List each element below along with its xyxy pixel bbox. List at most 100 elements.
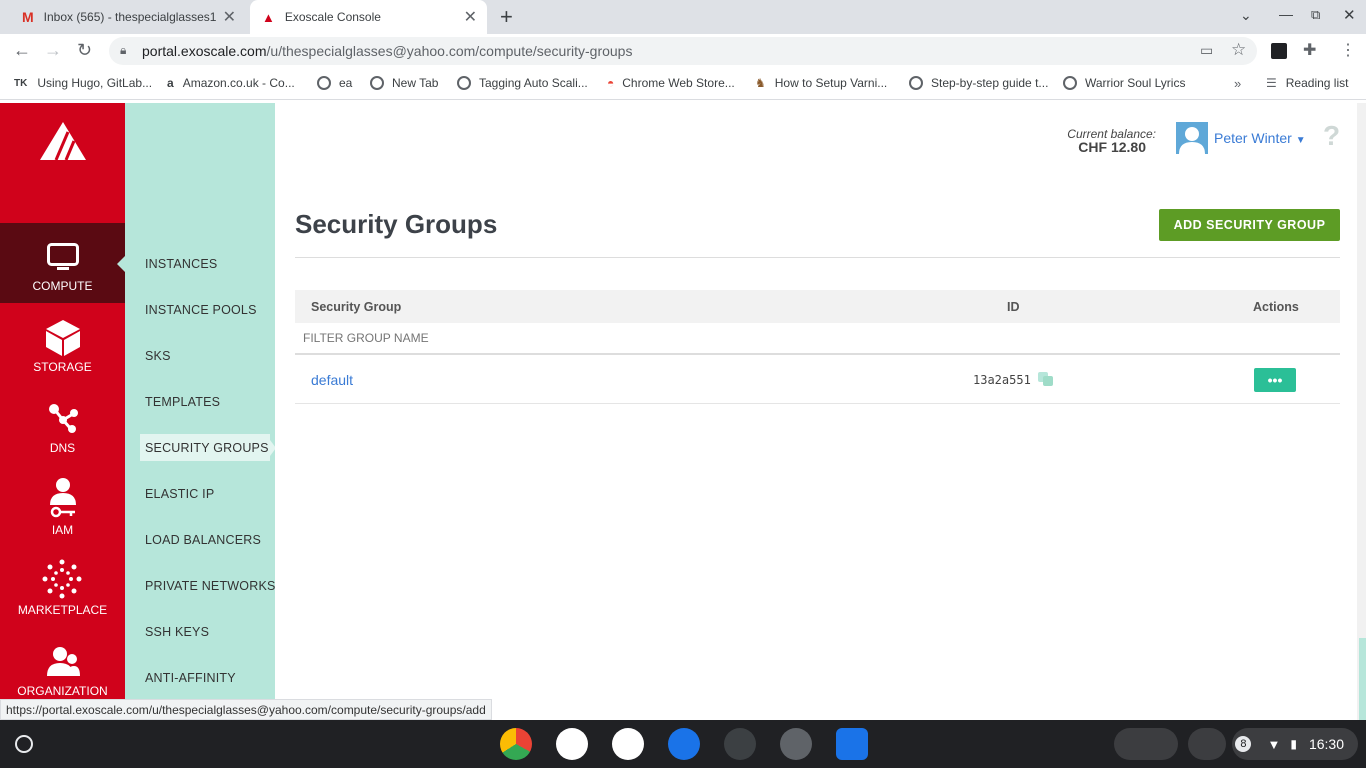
subnav-item-sks[interactable]: SKS <box>145 349 171 363</box>
table-header: Security Group ID Actions <box>295 290 1340 323</box>
box-icon <box>46 320 80 356</box>
messages-app-icon[interactable] <box>668 728 700 760</box>
close-tab-icon[interactable]: ✕ <box>464 7 477 27</box>
reader-mode-icon[interactable]: ▭ <box>1200 42 1213 59</box>
balance-value: CHF 12.80 <box>1078 139 1146 155</box>
tab-title: Inbox (565) - thespecialglasses1 <box>43 10 217 24</box>
rail-label: ORGANIZATION <box>17 684 108 698</box>
column-header-id[interactable]: ID <box>1007 300 1020 314</box>
link-status-bubble: https://portal.exoscale.com/u/thespecial… <box>0 699 492 720</box>
restore-icon[interactable]: ⧉ <box>1311 7 1320 23</box>
tk-icon: TK <box>14 77 28 89</box>
launcher-icon[interactable] <box>15 735 33 753</box>
subnav-item-private-networks[interactable]: PRIVATE NETWORKS <box>145 579 276 593</box>
bookmark-item[interactable]: TK Using Hugo, GitLab... <box>14 76 152 90</box>
url-text[interactable]: portal.exoscale.com/u/thespecialglasses@… <box>142 43 632 59</box>
active-pointer <box>117 256 125 272</box>
subnav-item-anti-affinity[interactable]: ANTI-AFFINITY <box>145 671 236 685</box>
subnav-item-elastic-ip[interactable]: ELASTIC IP <box>145 487 214 501</box>
subnav-item-instance-pools[interactable]: INSTANCE POOLS <box>145 303 257 317</box>
subnav-item-security-groups[interactable]: SECURITY GROUPS <box>145 441 269 455</box>
bookmark-item[interactable]: Step-by-step guide t... <box>909 76 1048 90</box>
holding-space-icon[interactable] <box>1114 728 1178 760</box>
user-menu[interactable]: Peter Winter ▼ <box>1214 130 1306 146</box>
rail-item-compute[interactable]: COMPUTE <box>0 223 125 303</box>
text-app-icon[interactable] <box>780 728 812 760</box>
terminal-app-icon[interactable] <box>724 728 756 760</box>
bookmark-item[interactable]: ◓ Chrome Web Store... <box>607 76 735 90</box>
exoscale-favicon-icon: ▲ <box>262 9 275 25</box>
close-tab-icon[interactable]: ✕ <box>223 7 236 27</box>
copy-icon[interactable] <box>1037 371 1055 387</box>
lock-icon[interactable]: 🔒︎ <box>120 43 126 58</box>
bookmark-item[interactable]: ea <box>317 76 352 90</box>
rail-label: MARKETPLACE <box>17 603 108 617</box>
subnav-item-ssh-keys[interactable]: SSH KEYS <box>145 625 209 639</box>
caret-down-icon: ▼ <box>1295 135 1306 146</box>
rail-item-dns[interactable]: DNS <box>0 384 125 464</box>
subnav-item-templates[interactable]: TEMPLATES <box>145 395 220 409</box>
reading-list-button[interactable]: ☰ Reading list <box>1266 76 1348 90</box>
exoscale-logo-icon[interactable] <box>40 122 86 160</box>
minimize-icon[interactable]: — <box>1279 6 1293 22</box>
globe-icon <box>370 76 384 90</box>
bookmark-item[interactable]: ♞ How to Setup Varni... <box>755 76 887 90</box>
user-name: Peter Winter <box>1214 130 1292 146</box>
avatar-person-icon <box>1179 127 1205 154</box>
rail-item-iam[interactable]: IAM <box>0 465 125 545</box>
more-bookmarks-icon[interactable]: » <box>1234 76 1241 91</box>
clock: 16:30 <box>1308 736 1344 752</box>
close-window-icon[interactable]: ✕ <box>1343 6 1356 24</box>
scrollbar[interactable] <box>1357 103 1366 720</box>
divider <box>295 257 1340 258</box>
tab-search-icon[interactable]: ⌄ <box>1240 7 1252 24</box>
filter-group-name-input[interactable] <box>295 323 1340 355</box>
rail-label: DNS <box>49 441 76 455</box>
globe-icon <box>457 76 471 90</box>
subnav-item-load-balancers[interactable]: LOAD BALANCERS <box>145 533 261 547</box>
gmail-app-icon[interactable] <box>612 728 644 760</box>
tab-gmail[interactable]: M Inbox (565) - thespecialglasses1 ✕ <box>10 0 246 34</box>
back-icon[interactable]: ← <box>13 40 31 61</box>
phone-hub-icon[interactable] <box>1188 728 1226 760</box>
wifi-icon: ▼ <box>1267 736 1281 752</box>
reload-icon[interactable]: ↻ <box>77 40 92 61</box>
tab-exoscale[interactable]: ▲ Exoscale Console ✕ <box>250 0 487 34</box>
rail-item-marketplace[interactable]: MARKETPLACE <box>0 546 125 626</box>
organization-icon <box>47 647 80 676</box>
globe-icon <box>317 76 331 90</box>
extensions-puzzle-icon[interactable]: ✚ <box>1303 40 1316 60</box>
menu-kebab-icon[interactable]: ⋮ <box>1340 40 1356 60</box>
bookmark-item[interactable]: Warrior Soul Lyrics <box>1063 76 1185 90</box>
column-header-security-group[interactable]: Security Group <box>311 300 401 314</box>
bookmark-item[interactable]: a Amazon.co.uk - Co... <box>167 76 295 90</box>
avatar[interactable] <box>1176 122 1208 154</box>
play-store-icon[interactable] <box>556 728 588 760</box>
security-group-link[interactable]: default <box>311 372 353 388</box>
rail-label: IAM <box>51 523 74 537</box>
rail-item-storage[interactable]: STORAGE <box>0 303 125 383</box>
status-tray[interactable]: 8 ▼ ▮ 16:30 <box>1232 728 1358 760</box>
dns-icon <box>49 404 78 433</box>
bookmark-item[interactable]: New Tab <box>370 76 438 90</box>
scrollbar-thumb[interactable] <box>1359 638 1366 720</box>
subnav-item-instances[interactable]: INSTANCES <box>145 257 217 271</box>
new-tab-icon[interactable]: + <box>500 4 513 30</box>
files-app-icon[interactable] <box>836 728 868 760</box>
chrome-app-icon[interactable] <box>500 728 532 760</box>
add-security-group-button[interactable]: ADD SECURITY GROUP <box>1159 209 1340 241</box>
notification-count-badge: 8 <box>1235 736 1252 752</box>
rail-label: COMPUTE <box>32 279 93 293</box>
help-icon[interactable]: ? <box>1323 120 1340 152</box>
terminal-extension-icon[interactable] <box>1271 43 1287 59</box>
bookmark-star-icon[interactable]: ☆ <box>1231 40 1246 60</box>
rail-label: STORAGE <box>33 360 92 374</box>
bookmark-item[interactable]: Tagging Auto Scali... <box>457 76 588 90</box>
security-group-id: 13a2a551 <box>973 373 1031 387</box>
rail-item-organization[interactable]: ORGANIZATION <box>0 627 125 699</box>
tab-title: Exoscale Console <box>284 10 381 24</box>
row-actions-button[interactable]: ••• <box>1254 368 1296 392</box>
table-row: default 13a2a551 <box>295 356 1340 404</box>
chrome-web-store-icon: ◓ <box>607 76 615 90</box>
forward-icon[interactable]: → <box>44 40 62 61</box>
